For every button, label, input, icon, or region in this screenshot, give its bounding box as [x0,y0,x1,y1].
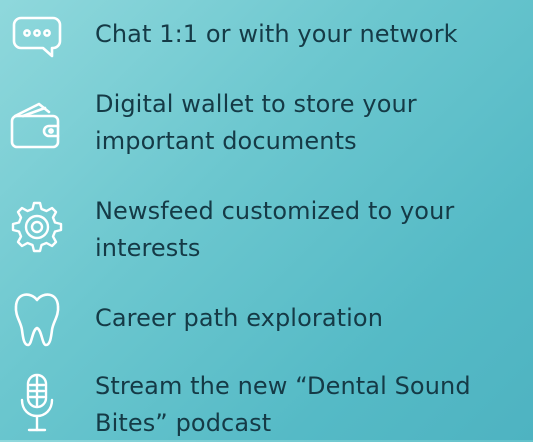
feature-podcast-line-1: Stream the new “Dental Sound [95,372,471,400]
tooth-icon [6,290,68,348]
feature-newsfeed: Newsfeed customized to your interests [0,193,533,273]
feature-newsfeed-line-1: Newsfeed customized to your [95,197,455,225]
feature-newsfeed-line-2: interests [95,234,201,262]
feature-podcast-text: Stream the new “Dental Sound Bites” podc… [95,368,529,442]
feature-wallet-line-1: Digital wallet to store your [95,90,417,118]
feature-wallet-text: Digital wallet to store your important d… [95,86,529,160]
feature-wallet: Digital wallet to store your important d… [0,86,533,166]
feature-newsfeed-text: Newsfeed customized to your interests [95,193,529,267]
feature-chat-line-1: Chat 1:1 or with your network [95,20,458,48]
feature-career-line-1: Career path exploration [95,304,384,332]
feature-podcast-line-2: Bites” podcast [95,409,272,437]
feature-wallet-line-2: important documents [95,127,357,155]
microphone-icon [6,372,68,440]
wallet-icon [6,100,68,150]
gear-icon [6,199,68,253]
feature-podcast: Stream the new “Dental Sound Bites” podc… [0,368,533,440]
feature-chat: Chat 1:1 or with your network [0,14,533,58]
feature-career: Career path exploration [0,290,533,350]
feature-chat-text: Chat 1:1 or with your network [95,16,529,53]
chat-bubble-icon [6,14,68,58]
feature-list: Chat 1:1 or with your network Digital wa… [0,0,533,440]
feature-career-text: Career path exploration [95,300,529,337]
